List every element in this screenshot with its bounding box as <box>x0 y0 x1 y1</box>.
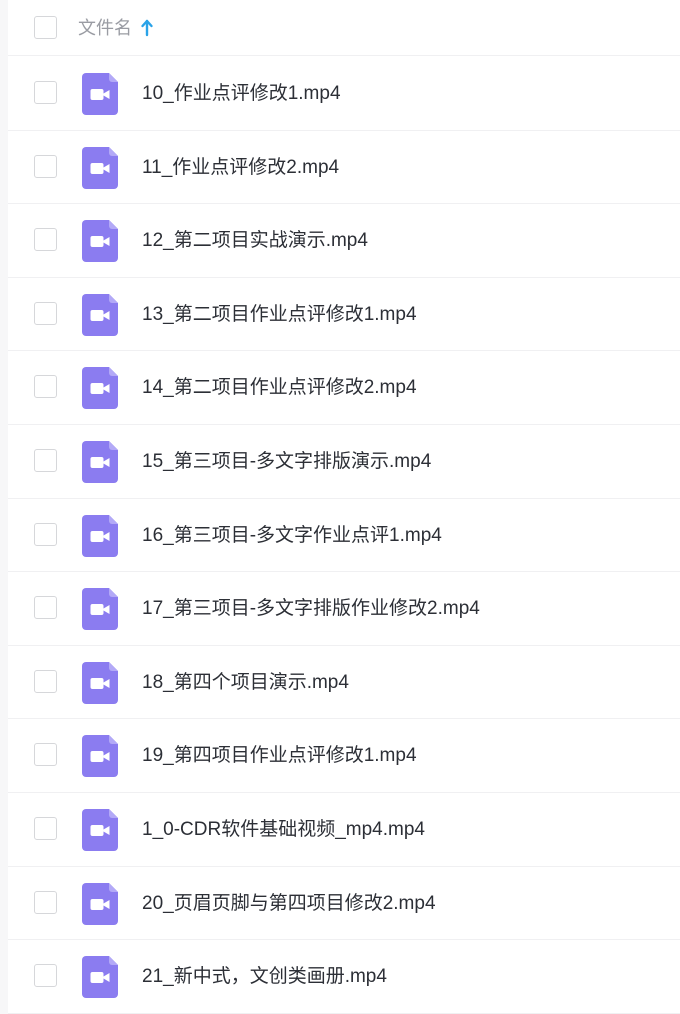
file-checkbox[interactable] <box>34 448 57 472</box>
file-name: 10_作业点评修改1.mp4 <box>142 83 341 104</box>
file-checkbox[interactable] <box>34 890 57 914</box>
video-file-icon <box>82 293 118 336</box>
file-name: 19_第四项目作业点评修改1.mp4 <box>142 745 417 767</box>
file-list-header: 文件名 <box>8 0 680 56</box>
file-name: 11_作业点评修改2.mp4 <box>142 156 340 178</box>
video-file-icon <box>82 73 118 115</box>
file-checkbox[interactable] <box>34 228 57 252</box>
file-row[interactable]: 11_作业点评修改2.mp4 <box>8 131 680 205</box>
file-row[interactable]: 18_第四个项目演示.mp4 <box>8 646 680 720</box>
file-checkbox[interactable] <box>34 743 57 767</box>
column-header-filename: 文件名 <box>78 18 132 38</box>
file-row[interactable]: 1_0-CDR软件基础视频_mp4.mp4 <box>8 793 680 867</box>
video-file-icon <box>82 808 118 851</box>
video-file-icon <box>82 440 118 483</box>
video-file-icon <box>82 661 118 704</box>
file-checkbox[interactable] <box>34 154 57 178</box>
video-file-icon <box>82 588 118 631</box>
file-checkbox[interactable] <box>34 301 57 325</box>
file-checkbox[interactable] <box>34 81 57 104</box>
file-row[interactable]: 20_页眉页脚与第四项目修改2.mp4 <box>8 867 680 941</box>
video-file-icon <box>82 367 118 410</box>
file-checkbox[interactable] <box>34 669 57 693</box>
file-name: 17_第三项目-多文字排版作业修改2.mp4 <box>142 598 480 620</box>
file-name: 20_页眉页脚与第四项目修改2.mp4 <box>142 892 436 914</box>
file-checkbox[interactable] <box>34 816 57 840</box>
file-row[interactable]: 12_第二项目实战演示.mp4 <box>8 204 680 278</box>
video-file-icon <box>82 514 118 557</box>
file-checkbox[interactable] <box>34 522 57 546</box>
file-row[interactable]: 16_第三项目-多文字作业点评1.mp4 <box>8 499 680 573</box>
file-checkbox[interactable] <box>34 375 57 399</box>
file-name: 15_第三项目-多文字排版演示.mp4 <box>142 450 432 472</box>
file-name: 18_第四个项目演示.mp4 <box>142 671 349 693</box>
file-row[interactable]: 10_作业点评修改1.mp4 <box>8 57 680 131</box>
video-file-icon <box>82 956 118 999</box>
file-name: 16_第三项目-多文字作业点评1.mp4 <box>142 524 442 546</box>
file-row[interactable]: 14_第二项目作业点评修改2.mp4 <box>8 351 680 425</box>
file-row[interactable]: 19_第四项目作业点评修改1.mp4 <box>8 719 680 793</box>
file-name: 12_第二项目实战演示.mp4 <box>142 230 368 252</box>
video-file-icon <box>82 220 118 263</box>
file-name: 1_0-CDR软件基础视频_mp4.mp4 <box>142 818 425 840</box>
file-row[interactable]: 13_第二项目作业点评修改1.mp4 <box>8 278 680 352</box>
file-name: 14_第二项目作业点评修改2.mp4 <box>142 377 417 399</box>
file-row[interactable]: 17_第三项目-多文字排版作业修改2.mp4 <box>8 572 680 646</box>
select-all-checkbox[interactable] <box>34 16 57 39</box>
file-checkbox[interactable] <box>34 596 57 620</box>
sort-by-filename[interactable]: 文件名 <box>78 16 154 40</box>
file-list: 10_作业点评修改1.mp4 11_作业点评修改2.mp4 12_第二项目实战演… <box>8 57 680 1014</box>
file-list-panel: 文件名 10_作业点评修改1.mp4 11_作业点评修改2.mp4 12_第二项… <box>8 0 680 1014</box>
file-row[interactable]: 15_第三项目-多文字排版演示.mp4 <box>8 425 680 499</box>
file-name: 21_新中式，文创类画册.mp4 <box>142 966 387 988</box>
file-row[interactable]: 21_新中式，文创类画册.mp4 <box>8 940 680 1014</box>
video-file-icon <box>82 882 118 925</box>
video-file-icon <box>82 146 118 189</box>
file-checkbox[interactable] <box>34 964 57 988</box>
file-name: 13_第二项目作业点评修改1.mp4 <box>142 303 417 325</box>
video-file-icon <box>82 735 118 778</box>
arrow-up-icon <box>141 19 153 37</box>
